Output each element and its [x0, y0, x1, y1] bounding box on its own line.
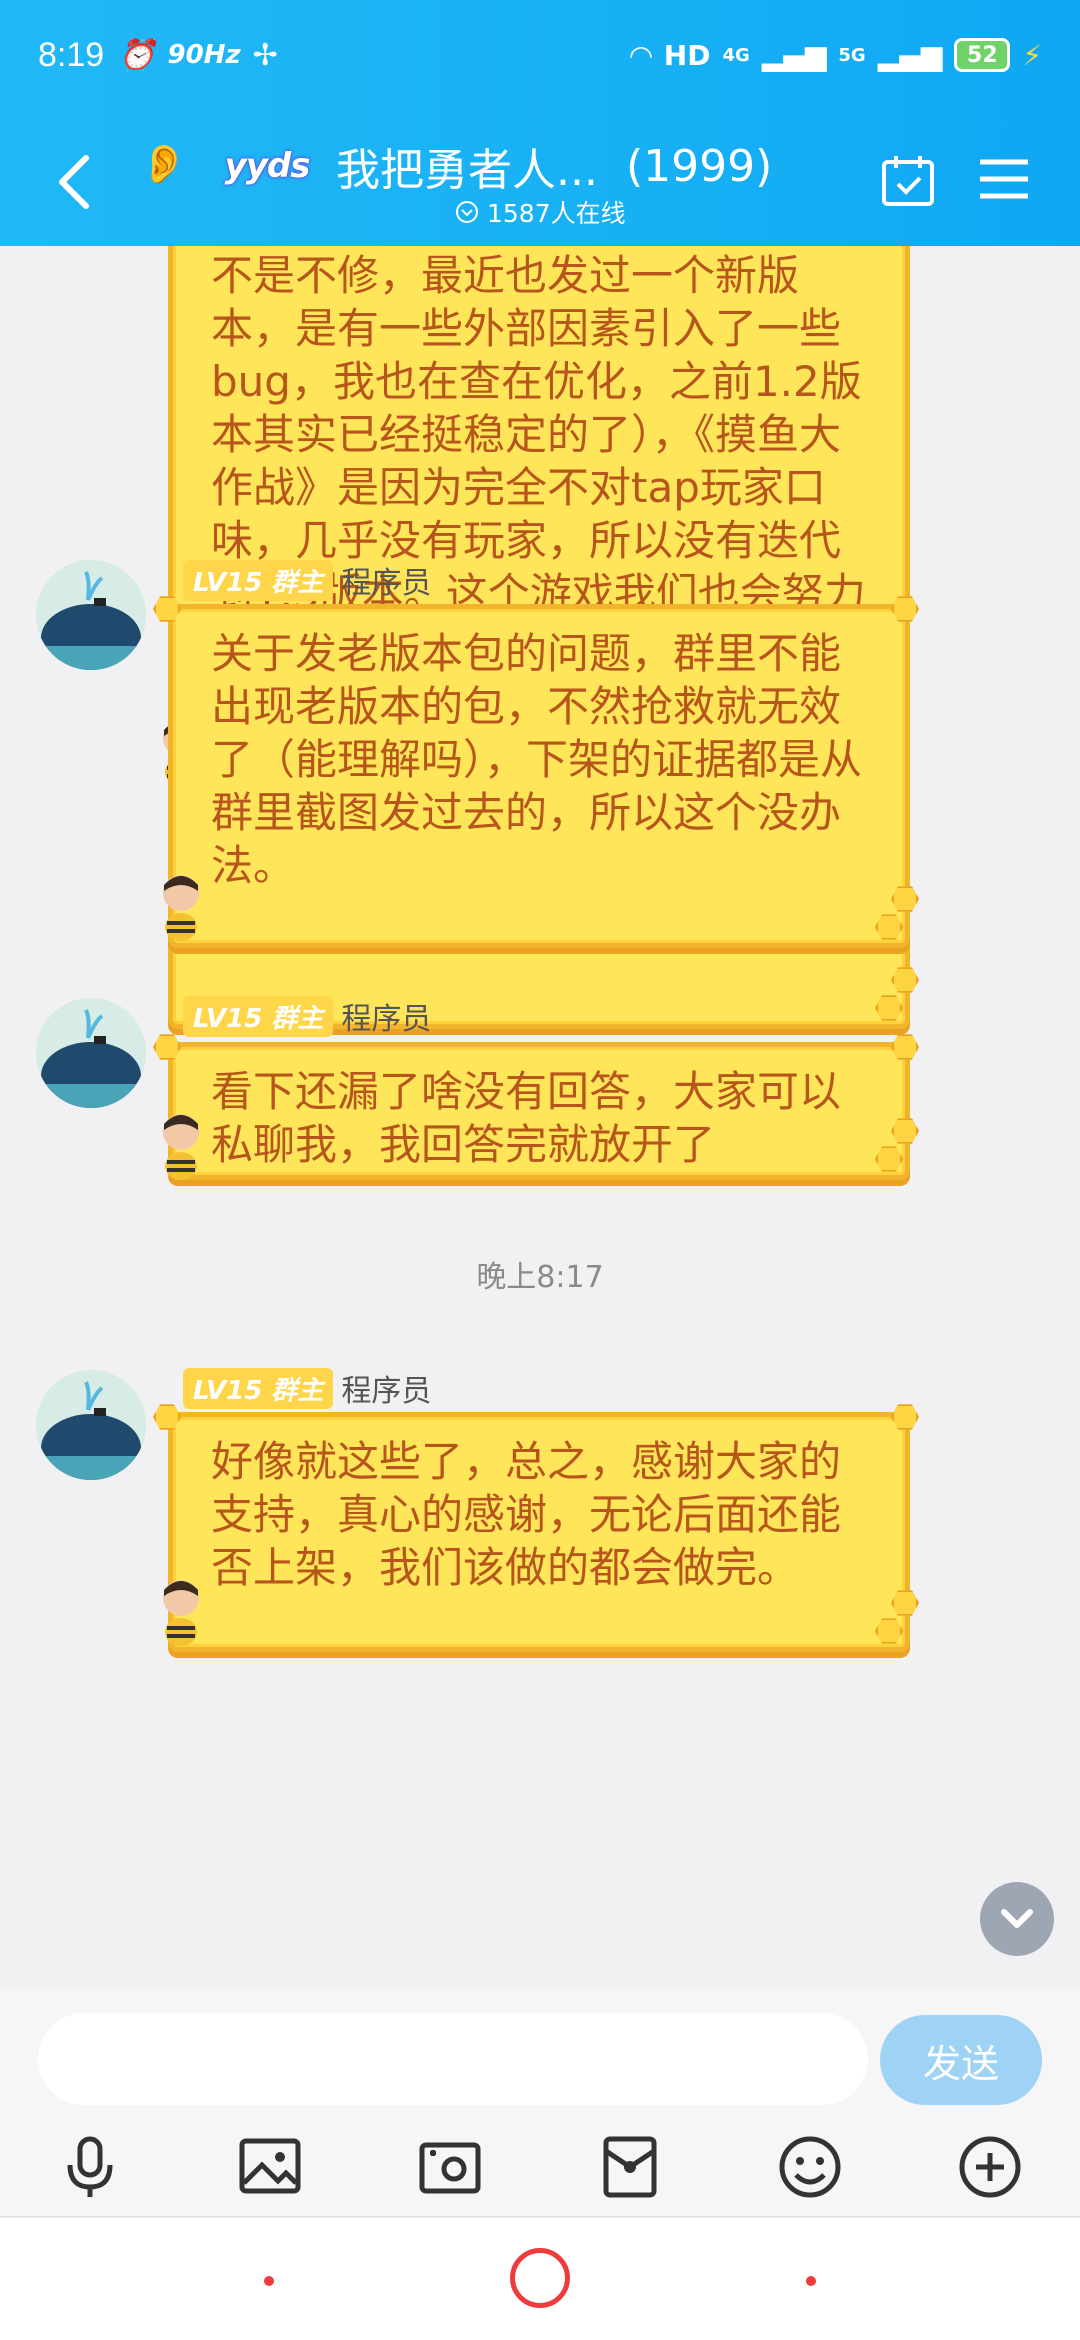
scroll-to-bottom-button[interactable]	[980, 1882, 1054, 1956]
level-badge: LV15 群主	[183, 1367, 334, 1409]
bee-avatar-pendant	[163, 875, 199, 941]
bee-avatar-pendant	[163, 1580, 199, 1646]
honeycomb-decoration	[875, 1146, 903, 1172]
sender-role: 程序员	[341, 1374, 432, 1409]
whale-avatar-icon	[36, 1370, 146, 1480]
status-bar: 8:19 ⏰ 90Hz ✢ ◠ HD 4G ▂▄▆ 5G ▂▄▆ 52 ⚡	[38, 30, 1042, 80]
avatar[interactable]	[36, 1370, 146, 1480]
sender-meta: LV15 群主 程序员	[183, 1366, 431, 1410]
signal-4g-label: 4G	[722, 44, 750, 66]
group-logo: yyds	[224, 146, 311, 186]
honeycomb-decoration	[875, 914, 903, 940]
honeycomb-decoration	[891, 886, 919, 912]
calendar-check-icon[interactable]	[880, 152, 936, 208]
honeycomb-decoration	[875, 995, 903, 1021]
chat-area[interactable]: 不是不修，最近也发过一个新版本，是有一些外部因素引入了一些bug，我也在查在优化…	[0, 246, 1080, 1991]
message-text: 看下还漏了啥没有回答，大家可以私聊我，我回答完就放开了	[211, 1067, 842, 1169]
level-badge: LV15 群主	[183, 995, 334, 1037]
message-bubble[interactable]: 关于发老版本包的问题，群里不能出现老版本的包，不然抢救就无效了（能理解吗），下架…	[153, 596, 919, 948]
honeycomb-decoration	[153, 1404, 181, 1430]
signal-icon: ▂▄▆	[877, 38, 943, 72]
hd-label: HD	[663, 38, 711, 72]
group-title[interactable]: yyds 我把勇者人... (1999)	[200, 134, 773, 198]
fan-icon: ✢	[252, 37, 278, 73]
level-badge: LV15 群主	[183, 559, 334, 601]
camera-icon[interactable]	[414, 2131, 486, 2203]
sender-role: 程序员	[341, 1002, 432, 1037]
emoji-icon[interactable]	[774, 2131, 846, 2203]
signal-icon: ▂▄▆	[761, 38, 827, 72]
bee-avatar-pendant	[163, 1114, 199, 1180]
red-packet-icon[interactable]	[594, 2131, 666, 2203]
honeycomb-decoration	[891, 1590, 919, 1616]
member-count: (1999)	[625, 140, 773, 192]
nav-back-dot[interactable]	[264, 2276, 274, 2286]
sender-meta: LV15 群主 程序员	[183, 994, 431, 1038]
honeycomb-decoration	[891, 1404, 919, 1430]
chevron-down-icon	[1001, 1909, 1033, 1928]
image-icon[interactable]	[234, 2131, 306, 2203]
group-name: 我把勇者人...	[336, 145, 598, 196]
honeycomb-decoration	[891, 1034, 919, 1060]
nav-bar: 👂 yyds 我把勇者人... (1999) 1587人在线	[0, 130, 1080, 240]
honeycomb-decoration	[875, 1618, 903, 1644]
chevron-down-circle-icon	[456, 201, 478, 223]
charging-icon: ⚡	[1022, 38, 1042, 72]
online-count[interactable]: 1587人在线	[455, 194, 626, 230]
message-text: 好像就这些了，总之，感谢大家的支持，真心的感谢，无论后面还能否上架，我们该做的都…	[211, 1437, 842, 1592]
avatar[interactable]	[36, 998, 146, 1108]
header-bar: 8:19 ⏰ 90Hz ✢ ◠ HD 4G ▂▄▆ 5G ▂▄▆ 52 ⚡ 👂 …	[0, 0, 1080, 246]
status-time: 8:19	[38, 35, 105, 74]
sender-role: 程序员	[341, 566, 432, 601]
microphone-icon[interactable]	[54, 2131, 126, 2203]
whale-avatar-icon	[36, 998, 146, 1108]
alarm-icon: ⏰	[118, 37, 156, 73]
ear-icon[interactable]: 👂	[140, 142, 187, 187]
nav-recents-dot[interactable]	[806, 2276, 816, 2286]
menu-icon[interactable]	[976, 156, 1032, 202]
honeycomb-decoration	[891, 1118, 919, 1144]
message-timestamp: 晚上8:17	[476, 1260, 604, 1295]
refresh-rate-label: 90Hz	[167, 40, 241, 70]
sender-meta: LV15 群主 程序员	[183, 558, 431, 602]
send-button[interactable]: 发送	[880, 2015, 1042, 2105]
message-bubble[interactable]: 好像就这些了，总之，感谢大家的支持，真心的感谢，无论后面还能否上架，我们该做的都…	[153, 1404, 919, 1652]
input-bar: 发送	[0, 1991, 1080, 2121]
nav-home-button[interactable]	[510, 2248, 570, 2308]
avatar[interactable]	[36, 560, 146, 670]
input-toolbar	[0, 2121, 1080, 2217]
message-input[interactable]	[38, 2013, 868, 2105]
back-arrow-icon[interactable]	[52, 152, 96, 212]
message-text: 关于发老版本包的问题，群里不能出现老版本的包，不然抢救就无效了（能理解吗），下架…	[211, 629, 863, 890]
system-navigation-bar	[0, 2218, 1080, 2340]
whale-avatar-icon	[36, 560, 146, 670]
wifi-icon: ◠	[630, 38, 652, 72]
honeycomb-decoration	[891, 967, 919, 993]
honeycomb-decoration	[153, 1034, 181, 1060]
battery-icon: 52	[954, 38, 1011, 72]
plus-icon[interactable]	[954, 2131, 1026, 2203]
signal-5g-label: 5G	[838, 44, 866, 66]
message-bubble[interactable]: 看下还漏了啥没有回答，大家可以私聊我，我回答完就放开了	[153, 1034, 919, 1180]
